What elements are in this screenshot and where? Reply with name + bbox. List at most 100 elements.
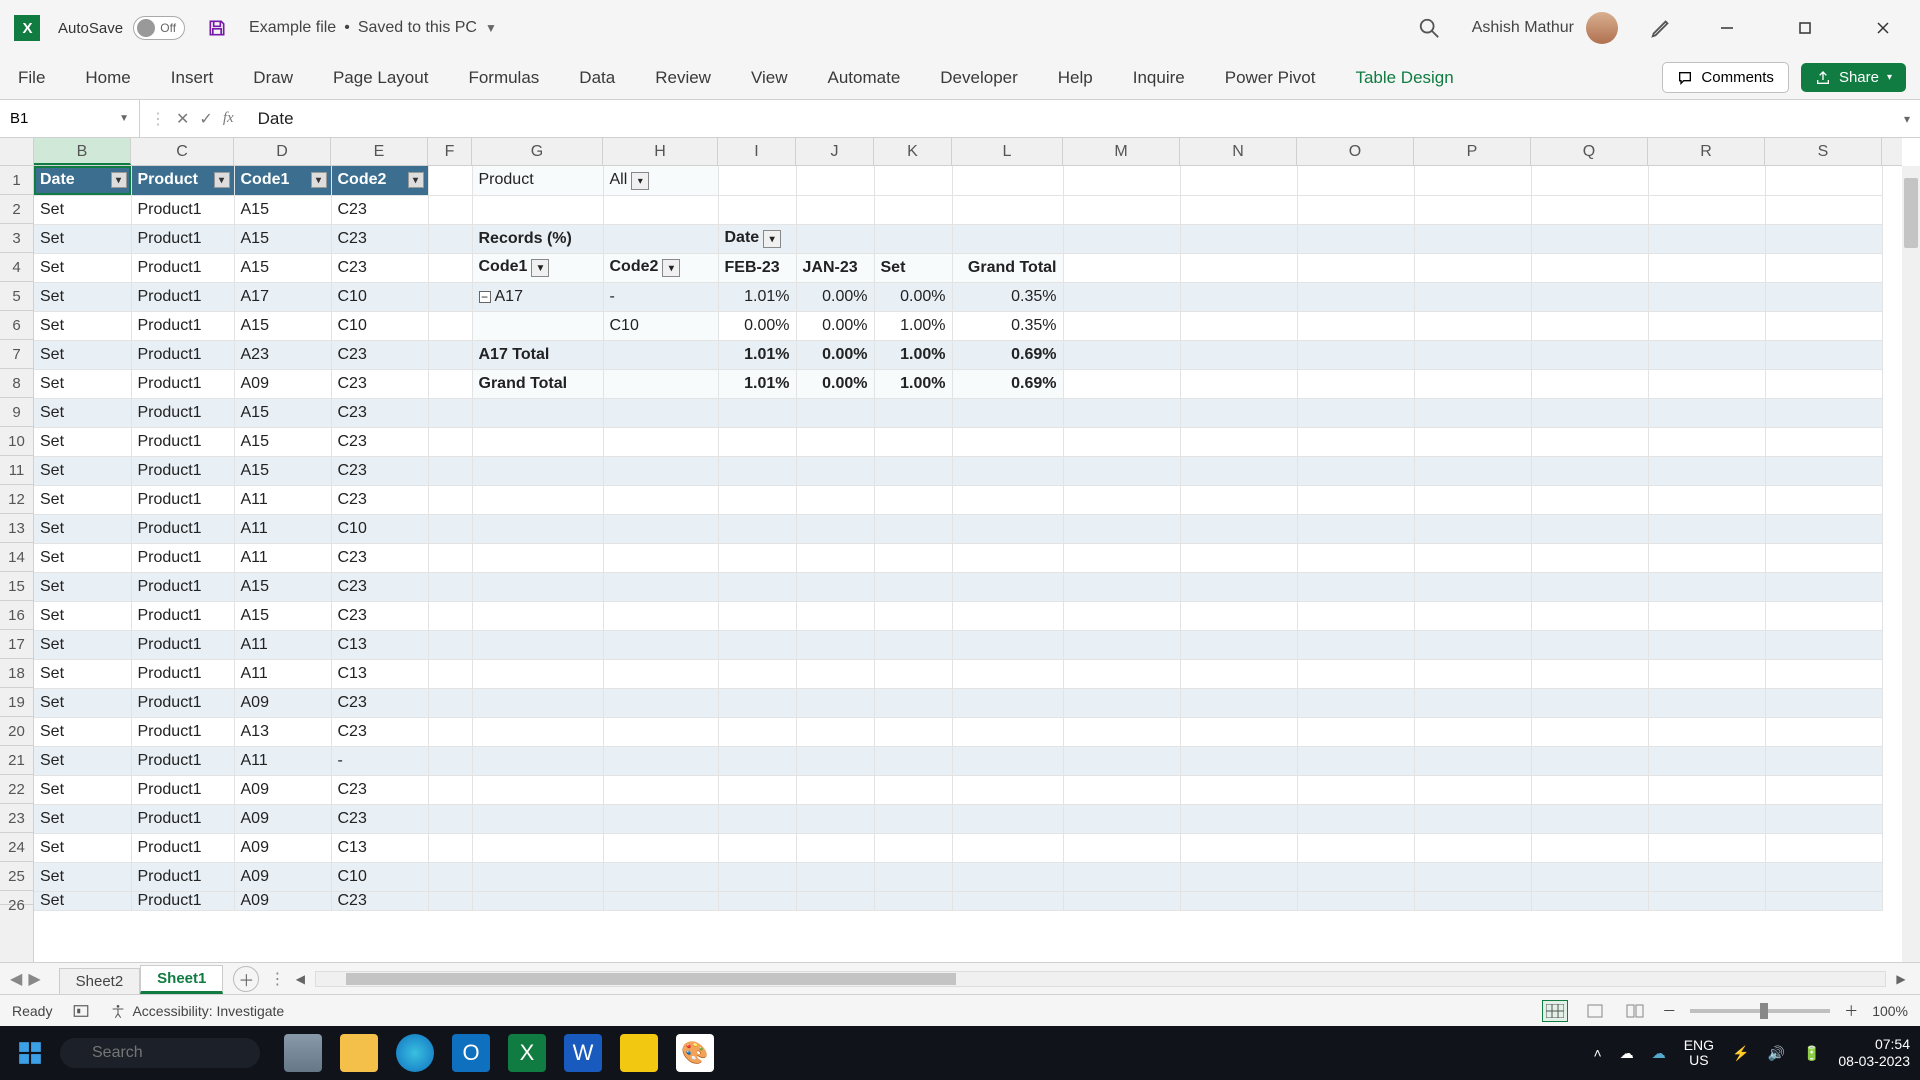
pivot-filter-value-cell[interactable]: All▾ <box>603 166 718 195</box>
table-cell[interactable]: Set <box>34 833 131 862</box>
pivot-value[interactable]: 0.35% <box>952 311 1063 340</box>
ribbon-tab-table-design[interactable]: Table Design <box>1351 62 1457 94</box>
table-cell[interactable]: C13 <box>331 833 428 862</box>
table-cell[interactable]: A23 <box>234 340 331 369</box>
ribbon-tab-view[interactable]: View <box>747 62 792 94</box>
pivot-subtotal-value[interactable]: 1.01% <box>718 340 796 369</box>
app-edge[interactable] <box>396 1034 434 1072</box>
next-sheet-icon[interactable]: ▶ <box>28 969 40 989</box>
col-header-S[interactable]: S <box>1765 138 1882 165</box>
filter-dropdown-icon[interactable]: ▾ <box>111 172 127 188</box>
sheet-tab-sheet1[interactable]: Sheet1 <box>140 965 223 994</box>
share-button[interactable]: Share ▾ <box>1801 63 1906 92</box>
table-cell[interactable]: A15 <box>234 456 331 485</box>
table-cell[interactable]: C10 <box>331 862 428 891</box>
table-cell[interactable]: C10 <box>331 282 428 311</box>
table-cell[interactable]: Product1 <box>131 340 234 369</box>
table-cell[interactable]: C13 <box>331 659 428 688</box>
table-cell[interactable]: C23 <box>331 253 428 282</box>
zoom-slider[interactable] <box>1690 1009 1830 1013</box>
pivot-grandtotal-value[interactable]: 1.00% <box>874 369 952 398</box>
search-icon[interactable] <box>1418 17 1440 39</box>
col-header-Q[interactable]: Q <box>1531 138 1648 165</box>
pivot-grandtotal-value[interactable]: 0.69% <box>952 369 1063 398</box>
table-cell[interactable]: A09 <box>234 862 331 891</box>
table-cell[interactable]: A09 <box>234 688 331 717</box>
tab-options-icon[interactable]: ⋮ <box>269 969 285 989</box>
pivot-col-header[interactable]: FEB-23 <box>718 253 796 282</box>
filter-dropdown-icon[interactable]: ▾ <box>631 172 649 190</box>
save-icon[interactable] <box>207 18 227 38</box>
table-cell[interactable]: Product1 <box>131 630 234 659</box>
row-header-1[interactable]: 1 <box>0 166 33 195</box>
row-header-4[interactable]: 4 <box>0 253 33 282</box>
col-header-H[interactable]: H <box>603 138 718 165</box>
row-header-19[interactable]: 19 <box>0 688 33 717</box>
row-header-8[interactable]: 8 <box>0 369 33 398</box>
table-cell[interactable]: Set <box>34 601 131 630</box>
clock[interactable]: 07:54 08-03-2023 <box>1838 1036 1910 1070</box>
pivot-row-field1[interactable]: Code1▼ <box>472 253 603 282</box>
scroll-left-button[interactable]: ◀ <box>291 970 309 988</box>
pivot-value[interactable]: 0.35% <box>952 282 1063 311</box>
table-cell[interactable]: C23 <box>331 369 428 398</box>
table-cell[interactable]: Product1 <box>131 427 234 456</box>
table-cell[interactable]: Product1 <box>131 224 234 253</box>
table-cell[interactable]: Product1 <box>131 369 234 398</box>
zoom-level[interactable]: 100% <box>1872 1003 1908 1019</box>
table-header-product[interactable]: Product▾ <box>131 166 234 195</box>
prev-sheet-icon[interactable]: ◀ <box>10 969 22 989</box>
app-taskview[interactable] <box>284 1034 322 1072</box>
normal-view-button[interactable] <box>1542 1000 1568 1022</box>
pivot-col-header[interactable]: Set <box>874 253 952 282</box>
table-cell[interactable]: Set <box>34 398 131 427</box>
table-cell[interactable]: Set <box>34 514 131 543</box>
table-cell[interactable]: - <box>331 746 428 775</box>
row-header-22[interactable]: 22 <box>0 775 33 804</box>
filename-block[interactable]: Example file • Saved to this PC ▼ <box>249 19 497 37</box>
table-cell[interactable]: Product1 <box>131 485 234 514</box>
pivot-subtotal-value[interactable]: 1.00% <box>874 340 952 369</box>
row-header-3[interactable]: 3 <box>0 224 33 253</box>
page-layout-view-button[interactable] <box>1582 1000 1608 1022</box>
col-header-F[interactable]: F <box>428 138 472 165</box>
filter-dropdown-icon[interactable]: ▾ <box>763 230 781 248</box>
app-powerbi[interactable] <box>620 1034 658 1072</box>
col-header-N[interactable]: N <box>1180 138 1297 165</box>
row-header-26[interactable]: 26 <box>0 891 33 905</box>
row-header-18[interactable]: 18 <box>0 659 33 688</box>
add-sheet-button[interactable]: ＋ <box>233 966 259 992</box>
table-cell[interactable]: C10 <box>331 311 428 340</box>
pivot-value[interactable]: 0.00% <box>796 282 874 311</box>
cells-area[interactable]: Date▾Product▾Code1▾Code2▾ProductAll▾SetP… <box>34 166 1902 962</box>
app-word[interactable]: W <box>564 1034 602 1072</box>
col-header-O[interactable]: O <box>1297 138 1414 165</box>
row-header-2[interactable]: 2 <box>0 195 33 224</box>
ribbon-tab-data[interactable]: Data <box>575 62 619 94</box>
table-cell[interactable]: Product1 <box>131 746 234 775</box>
table-cell[interactable]: C23 <box>331 601 428 630</box>
col-header-B[interactable]: B <box>34 138 131 165</box>
table-cell[interactable]: Set <box>34 195 131 224</box>
comments-button[interactable]: Comments <box>1662 62 1789 93</box>
table-cell[interactable]: Product1 <box>131 282 234 311</box>
enter-icon[interactable]: ✓ <box>199 109 212 129</box>
table-cell[interactable]: Product1 <box>131 543 234 572</box>
table-cell[interactable]: Set <box>34 311 131 340</box>
start-button[interactable] <box>10 1033 50 1073</box>
table-cell[interactable]: Product1 <box>131 253 234 282</box>
pivot-subtotal-value[interactable]: 0.00% <box>796 340 874 369</box>
ribbon-tab-file[interactable]: File <box>14 62 49 94</box>
table-cell[interactable]: A09 <box>234 804 331 833</box>
table-cell[interactable]: C23 <box>331 340 428 369</box>
ribbon-tab-developer[interactable]: Developer <box>936 62 1022 94</box>
collapse-icon[interactable]: − <box>479 291 491 303</box>
onedrive-icon[interactable]: ☁ <box>1620 1045 1634 1062</box>
table-cell[interactable]: Product1 <box>131 601 234 630</box>
accessibility-block[interactable]: Accessibility: Investigate <box>110 1003 284 1019</box>
table-cell[interactable]: C23 <box>331 485 428 514</box>
expand-formula-icon[interactable]: ▾ <box>1894 112 1920 126</box>
scroll-thumb[interactable] <box>346 973 956 985</box>
table-cell[interactable]: Set <box>34 717 131 746</box>
table-cell[interactable]: Set <box>34 862 131 891</box>
